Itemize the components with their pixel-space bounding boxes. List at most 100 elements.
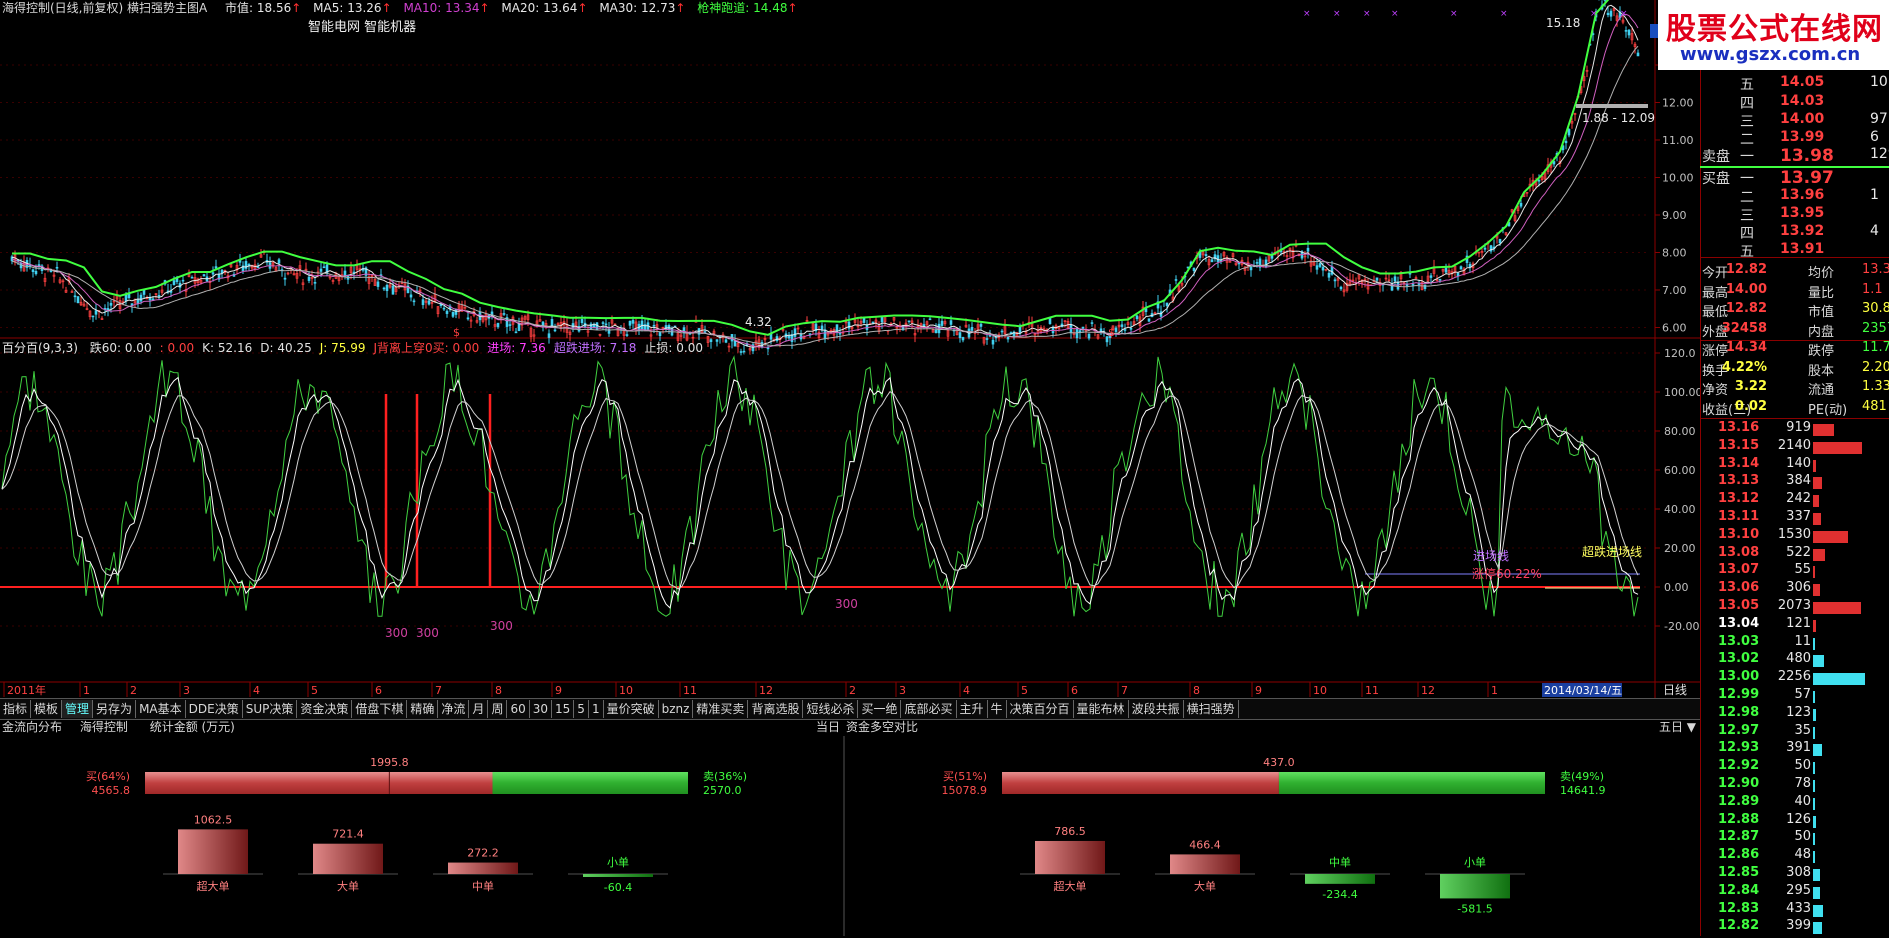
stat-value: 13.3 bbox=[1862, 262, 1889, 277]
tick-price: 13.14 bbox=[1718, 456, 1759, 471]
toolbar-button[interactable]: 借盘下棋 bbox=[352, 700, 407, 718]
order-bar bbox=[178, 829, 248, 874]
toolbar-button[interactable]: 短线必杀 bbox=[803, 700, 858, 718]
toolbar-button[interactable]: 净流 bbox=[438, 700, 469, 718]
oversold-line-label: 超跌进场线 bbox=[1582, 544, 1642, 559]
order-name: 中单 bbox=[472, 880, 494, 893]
tick-volume-bar bbox=[1813, 691, 1815, 703]
tab-stock[interactable]: 海得控制 bbox=[80, 720, 128, 734]
stat-row: 换手4.22%股本2.20 bbox=[1700, 360, 1889, 380]
tick-volume-bar bbox=[1813, 673, 1865, 685]
stat-label: 净资 bbox=[1702, 379, 1728, 398]
toolbar-button[interactable]: 精确 bbox=[407, 700, 438, 718]
tag-300-a: 300 bbox=[385, 626, 408, 640]
stat-row: 涨停14.34跌停11.7 bbox=[1700, 340, 1889, 360]
order-name: 大单 bbox=[337, 879, 359, 893]
tick-volume: 2140 bbox=[1778, 438, 1811, 453]
time-axis-label: 1 bbox=[1491, 684, 1498, 697]
toolbar-button[interactable]: 量价突破 bbox=[604, 700, 659, 718]
stat-value: 14.00 bbox=[1726, 282, 1767, 297]
order-value: -581.5 bbox=[1457, 902, 1492, 915]
toolbar-button[interactable]: bznz bbox=[659, 700, 694, 718]
toolbar-button[interactable]: MA基本 bbox=[136, 700, 186, 718]
level-price: 13.91 bbox=[1780, 241, 1824, 257]
brand-url: www.gszx.com.cn bbox=[1680, 44, 1860, 65]
indicator-tick-label: -20.00 bbox=[1664, 620, 1699, 633]
level-volume: 97 bbox=[1870, 111, 1888, 127]
tag-300-c: 300 bbox=[490, 619, 513, 633]
toolbar-button[interactable]: 5 bbox=[574, 700, 589, 718]
toolbar-button[interactable]: 指标 bbox=[0, 700, 31, 718]
tab-stat[interactable]: 统计金额 (万元) bbox=[150, 720, 235, 734]
level-volume: 4 bbox=[1870, 223, 1879, 239]
top-x-marker: × bbox=[1303, 9, 1311, 19]
time-axis-label: 3 bbox=[899, 684, 906, 697]
toolbar-button[interactable]: 主升 bbox=[957, 700, 988, 718]
tick-volume: 40 bbox=[1794, 794, 1811, 809]
tick-volume: 140 bbox=[1786, 456, 1811, 471]
indicator-tick-label: 80.00 bbox=[1664, 425, 1696, 438]
time-axis-label: 8 bbox=[1193, 684, 1200, 697]
stat-value: 30.8 bbox=[1862, 301, 1889, 316]
toolbar-button[interactable]: 资金决策 bbox=[297, 700, 352, 718]
toolbar-button[interactable]: 月 bbox=[469, 700, 488, 718]
right-period[interactable]: 五日 ▼ bbox=[1659, 718, 1696, 736]
indicator-title: 百分百(9,3,3) bbox=[2, 341, 78, 355]
stat-row: 最低12.82市值30.8 bbox=[1700, 301, 1889, 321]
toolbar-button[interactable]: 买一绝 bbox=[858, 700, 901, 718]
time-axis-label: 6 bbox=[1071, 684, 1078, 697]
order-value: 272.2 bbox=[467, 847, 499, 860]
tick-price: 13.11 bbox=[1718, 509, 1759, 524]
toolbar-button[interactable]: 1 bbox=[589, 700, 604, 718]
tick-volume: 123 bbox=[1786, 705, 1811, 720]
tick-price: 13.04 bbox=[1718, 616, 1759, 631]
buy-bar bbox=[1002, 772, 1279, 794]
left-period[interactable]: 当日 bbox=[816, 718, 840, 736]
order-bar bbox=[1035, 841, 1105, 874]
toolbar-button[interactable]: 周 bbox=[488, 700, 507, 718]
toolbar-button[interactable]: DDE决策 bbox=[186, 700, 243, 718]
toolbar-button[interactable]: 60 bbox=[507, 700, 529, 718]
tick-price: 12.87 bbox=[1718, 829, 1759, 844]
toolbar-button[interactable]: 模板 bbox=[31, 700, 62, 718]
indicator-value: J背离上穿0买: 0.00 bbox=[373, 341, 479, 355]
indicator-tick-label: 100.00 bbox=[1664, 386, 1700, 399]
tick-volume: 919 bbox=[1786, 420, 1811, 435]
tick-volume-bar bbox=[1813, 869, 1820, 881]
order-bar bbox=[1440, 874, 1510, 898]
toolbar-button[interactable]: 量能布林 bbox=[1074, 700, 1129, 718]
fund-flow-panels: 买(64%)4565.8卖(36%)2570.01995.81062.5超大单7… bbox=[0, 736, 1700, 936]
tick-price: 12.84 bbox=[1718, 883, 1759, 898]
tab-flow-dist[interactable]: 金流向分布 bbox=[2, 720, 62, 734]
toolbar-button[interactable]: 牛 bbox=[988, 700, 1007, 718]
price-tick-label: 10.00 bbox=[1662, 172, 1694, 185]
toolbar-button[interactable]: 管理 bbox=[62, 700, 93, 718]
top-x-marker: × bbox=[1450, 9, 1458, 19]
tick-volume: 399 bbox=[1786, 918, 1811, 933]
indicator-value: J: 75.99 bbox=[320, 341, 366, 355]
orderbook-row[interactable]: 五13.91 bbox=[1700, 241, 1889, 263]
order-bar bbox=[313, 844, 383, 874]
toolbar-button[interactable]: SUP决策 bbox=[243, 700, 298, 718]
stat-label: 股本 bbox=[1808, 360, 1834, 379]
time-axis-label: 2 bbox=[849, 684, 856, 697]
toolbar-button[interactable]: 底部必买 bbox=[901, 700, 956, 718]
tick-price: 13.06 bbox=[1718, 580, 1759, 595]
level-label: 五 bbox=[1740, 74, 1754, 94]
toolbar-button[interactable]: 15 bbox=[552, 700, 574, 718]
toolbar-button[interactable]: 精准买卖 bbox=[693, 700, 748, 718]
toolbar-button[interactable]: 30 bbox=[530, 700, 552, 718]
toolbar-button[interactable]: 背离选股 bbox=[748, 700, 803, 718]
order-value: 786.5 bbox=[1054, 825, 1086, 838]
indicator-tick-label: 0.00 bbox=[1664, 581, 1689, 594]
sell-pct-label: 卖(36%) bbox=[703, 770, 747, 783]
orderbook-row[interactable]: 一13.98129 bbox=[1700, 146, 1889, 168]
toolbar-button[interactable]: 另存为 bbox=[93, 700, 136, 718]
period-label[interactable]: 日线 bbox=[1663, 683, 1687, 697]
buy-pct-label: 买(51%) bbox=[943, 770, 987, 783]
stat-value: 4.22% bbox=[1722, 360, 1767, 375]
stat-row: 收益(三)0.02PE(动)481 bbox=[1700, 399, 1889, 419]
toolbar-button[interactable]: 横扫强势 bbox=[1184, 700, 1239, 718]
toolbar-button[interactable]: 波段共振 bbox=[1129, 700, 1184, 718]
toolbar-button[interactable]: 决策百分百 bbox=[1007, 700, 1074, 718]
